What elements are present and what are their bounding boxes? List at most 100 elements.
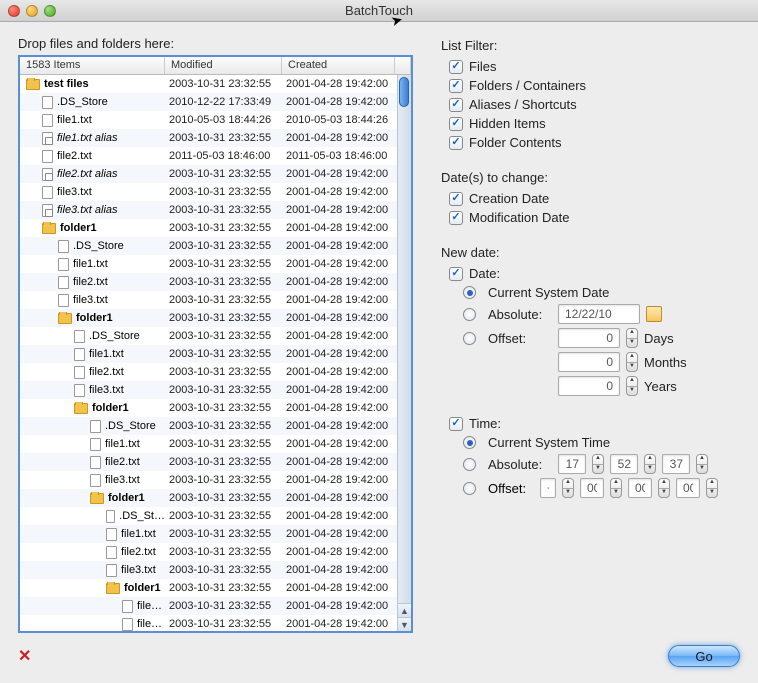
scroll-up-icon[interactable]: ▲ <box>398 603 411 617</box>
offset-days-input[interactable] <box>558 328 620 348</box>
table-row[interactable]: .DS_St…2003-10-31 23:32:552001-04-28 19:… <box>20 507 411 525</box>
drop-label: Drop files and folders here: <box>18 36 413 51</box>
scrollbar[interactable]: ▲ ▼ <box>397 75 411 631</box>
col-created[interactable]: Created <box>282 57 395 74</box>
stepper-years[interactable]: ▲▼ <box>626 376 638 396</box>
offset-months-input[interactable] <box>558 352 620 372</box>
table-row[interactable]: .DS_Store2003-10-31 23:32:552001-04-28 1… <box>20 327 411 345</box>
stepper-th[interactable]: ▲▼ <box>592 454 604 474</box>
go-button[interactable]: Go <box>668 645 740 667</box>
table-row[interactable]: file3.txt2003-10-31 23:32:552001-04-28 1… <box>20 471 411 489</box>
table-row[interactable]: file…2003-10-31 23:32:552001-04-28 19:42… <box>20 597 411 615</box>
stepper-sign[interactable]: ▲▼ <box>562 478 574 498</box>
table-row[interactable]: file…2003-10-31 23:32:552001-04-28 19:42… <box>20 615 411 631</box>
table-row[interactable]: file1.txt2003-10-31 23:32:552001-04-28 1… <box>20 435 411 453</box>
table-row[interactable]: file1.txt2003-10-31 23:32:552001-04-28 1… <box>20 525 411 543</box>
scroll-down-icon[interactable]: ▼ <box>398 617 411 631</box>
chk-hidden[interactable] <box>449 117 463 131</box>
table-row[interactable]: file2.txt alias2003-10-31 23:32:552001-0… <box>20 165 411 183</box>
chk-folders[interactable] <box>449 79 463 93</box>
stepper-om[interactable]: ▲▼ <box>658 478 670 498</box>
radio-date-absolute[interactable] <box>463 308 476 321</box>
table-row[interactable]: folder12003-10-31 23:32:552001-04-28 19:… <box>20 309 411 327</box>
file-table[interactable]: 1583 Items Modified Created test files20… <box>18 55 413 633</box>
stepper-oh[interactable]: ▲▼ <box>610 478 622 498</box>
table-row[interactable]: folder12003-10-31 23:32:552001-04-28 19:… <box>20 399 411 417</box>
table-row[interactable]: folder12003-10-31 23:32:552001-04-28 19:… <box>20 579 411 597</box>
chk-aliases[interactable] <box>449 98 463 112</box>
alias-icon <box>42 168 53 181</box>
cell-created: 2001-04-28 19:42:00 <box>282 564 411 576</box>
table-row[interactable]: file2.txt2011-05-03 18:46:002011-05-03 1… <box>20 147 411 165</box>
stepper-tm[interactable]: ▲▼ <box>644 454 656 474</box>
offset-years-input[interactable] <box>558 376 620 396</box>
radio-date-current[interactable] <box>463 286 476 299</box>
time-m-input[interactable] <box>610 454 638 474</box>
time-offset-sign[interactable] <box>540 478 556 498</box>
table-row[interactable]: file3.txt alias2003-10-31 23:32:552001-0… <box>20 201 411 219</box>
time-os-input[interactable] <box>676 478 700 498</box>
date-absolute-input[interactable] <box>558 304 640 324</box>
table-row[interactable]: file2.txt2003-10-31 23:32:552001-04-28 1… <box>20 453 411 471</box>
table-row[interactable]: file1.txt2010-05-03 18:44:262010-05-03 1… <box>20 111 411 129</box>
stepper-os[interactable]: ▲▼ <box>706 478 718 498</box>
cell-modified: 2003-10-31 23:32:55 <box>165 510 282 522</box>
cell-modified: 2003-10-31 23:32:55 <box>165 492 282 504</box>
file-name: file3.txt <box>121 564 156 576</box>
table-row[interactable]: file1.txt alias2003-10-31 23:32:552001-0… <box>20 129 411 147</box>
table-row[interactable]: file2.txt2003-10-31 23:32:552001-04-28 1… <box>20 363 411 381</box>
file-icon <box>106 546 117 559</box>
file-icon <box>90 474 101 487</box>
time-om-input[interactable] <box>628 478 652 498</box>
radio-time-absolute[interactable] <box>463 458 476 471</box>
time-oh-input[interactable] <box>580 478 604 498</box>
time-h-input[interactable] <box>558 454 586 474</box>
lbl-time-current: Current System Time <box>488 435 610 450</box>
chk-contents[interactable] <box>449 136 463 150</box>
table-row[interactable]: file3.txt2003-10-31 23:32:552001-04-28 1… <box>20 291 411 309</box>
stepper-days[interactable]: ▲▼ <box>626 328 638 348</box>
table-row[interactable]: file3.txt2003-10-31 23:32:552001-04-28 1… <box>20 561 411 579</box>
cell-modified: 2003-10-31 23:32:55 <box>165 420 282 432</box>
cell-modified: 2003-10-31 23:32:55 <box>165 528 282 540</box>
chk-modification-date[interactable] <box>449 211 463 225</box>
table-row[interactable]: folder12003-10-31 23:32:552001-04-28 19:… <box>20 219 411 237</box>
chk-files[interactable] <box>449 60 463 74</box>
lbl-date-offset: Offset: <box>488 331 552 346</box>
table-row[interactable]: folder12003-10-31 23:32:552001-04-28 19:… <box>20 489 411 507</box>
calendar-icon[interactable] <box>646 306 662 322</box>
scroll-thumb[interactable] <box>399 77 409 107</box>
time-s-input[interactable] <box>662 454 690 474</box>
cell-modified: 2010-05-03 18:44:26 <box>165 114 282 126</box>
cell-modified: 2003-10-31 23:32:55 <box>165 582 282 594</box>
cell-created: 2001-04-28 19:42:00 <box>282 186 411 198</box>
table-row[interactable]: .DS_Store2010-12-22 17:33:492001-04-28 1… <box>20 93 411 111</box>
table-row[interactable]: .DS_Store2003-10-31 23:32:552001-04-28 1… <box>20 417 411 435</box>
radio-time-offset[interactable] <box>463 482 476 495</box>
col-modified[interactable]: Modified <box>165 57 282 74</box>
col-items[interactable]: 1583 Items <box>20 57 165 74</box>
titlebar[interactable]: BatchTouch ➤ <box>0 0 758 22</box>
lbl-months: Months <box>644 355 687 370</box>
table-row[interactable]: file1.txt2003-10-31 23:32:552001-04-28 1… <box>20 345 411 363</box>
cell-created: 2001-04-28 19:42:00 <box>282 402 411 414</box>
cell-created: 2001-04-28 19:42:00 <box>282 420 411 432</box>
stepper-ts[interactable]: ▲▼ <box>696 454 708 474</box>
chk-time[interactable] <box>449 417 463 431</box>
table-row[interactable]: file3.txt2003-10-31 23:32:552001-04-28 1… <box>20 183 411 201</box>
file-name: file2.txt <box>105 456 140 468</box>
remove-button[interactable]: ✕ <box>18 646 31 666</box>
table-row[interactable]: file2.txt2003-10-31 23:32:552001-04-28 1… <box>20 543 411 561</box>
radio-time-current[interactable] <box>463 436 476 449</box>
stepper-months[interactable]: ▲▼ <box>626 352 638 372</box>
table-row[interactable]: test files2003-10-31 23:32:552001-04-28 … <box>20 75 411 93</box>
chk-creation-date[interactable] <box>449 192 463 206</box>
table-row[interactable]: file1.txt2003-10-31 23:32:552001-04-28 1… <box>20 255 411 273</box>
lbl-creation-date: Creation Date <box>469 191 549 206</box>
table-row[interactable]: file3.txt2003-10-31 23:32:552001-04-28 1… <box>20 381 411 399</box>
table-row[interactable]: .DS_Store2003-10-31 23:32:552001-04-28 1… <box>20 237 411 255</box>
radio-date-offset[interactable] <box>463 332 476 345</box>
file-name: file1.txt alias <box>57 132 118 144</box>
table-row[interactable]: file2.txt2003-10-31 23:32:552001-04-28 1… <box>20 273 411 291</box>
chk-date[interactable] <box>449 267 463 281</box>
